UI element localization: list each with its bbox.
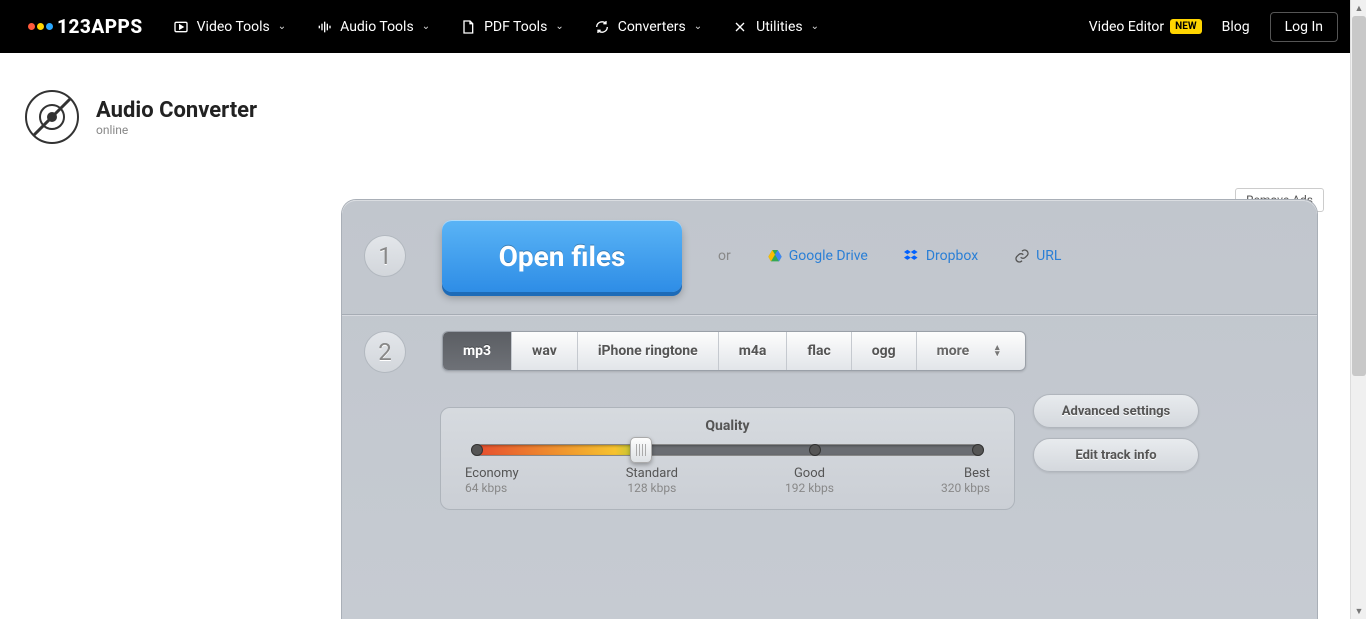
nav-audio-tools[interactable]: Audio Tools⌄ bbox=[316, 19, 430, 35]
page-subtitle: online bbox=[96, 123, 257, 137]
login-button[interactable]: Log In bbox=[1270, 12, 1338, 42]
source-url[interactable]: URL bbox=[1014, 248, 1061, 264]
slider-stop-best[interactable] bbox=[972, 444, 984, 456]
updown-icon: ▴▾ bbox=[989, 343, 1005, 359]
chevron-down-icon: ⌄ bbox=[811, 21, 819, 32]
scroll-thumb[interactable] bbox=[1352, 16, 1366, 376]
nav-video-editor[interactable]: Video Editor NEW bbox=[1089, 19, 1202, 35]
scroll-up-icon[interactable]: ▲ bbox=[1351, 0, 1366, 16]
quality-title: Quality bbox=[465, 418, 990, 434]
converters-icon bbox=[594, 19, 610, 35]
scroll-down-icon[interactable]: ▼ bbox=[1351, 603, 1366, 619]
side-buttons: Advanced settings Edit track info bbox=[1033, 394, 1199, 472]
format-tab-flac[interactable]: flac bbox=[787, 332, 851, 370]
quality-label-good: Good192 kbps bbox=[785, 466, 834, 495]
audio-icon bbox=[316, 19, 332, 35]
slider-stop-good[interactable] bbox=[809, 444, 821, 456]
open-files-button[interactable]: Open files bbox=[442, 220, 682, 292]
vertical-scrollbar[interactable]: ▲ ▼ bbox=[1350, 0, 1366, 619]
format-tab-mp3[interactable]: mp3 bbox=[443, 332, 512, 370]
chevron-down-icon: ⌄ bbox=[694, 21, 702, 32]
slider-handle[interactable] bbox=[630, 437, 652, 463]
new-badge: NEW bbox=[1170, 19, 1201, 34]
quality-panel: Quality Economy64 kbps Standard128 kbps … bbox=[440, 407, 1015, 510]
link-icon bbox=[1014, 248, 1030, 264]
step-2-number: 2 bbox=[364, 331, 406, 373]
step-1: 1 Open files or Google Drive Dropbox URL bbox=[342, 200, 1317, 315]
nav-video-tools[interactable]: Video Tools⌄ bbox=[173, 19, 287, 35]
chevron-down-icon: ⌄ bbox=[555, 21, 563, 32]
chevron-down-icon: ⌄ bbox=[422, 21, 430, 32]
brand-logo[interactable]: 123APPS bbox=[28, 15, 143, 38]
top-nav: 123APPS Video Tools⌄ Audio Tools⌄ PDF To… bbox=[0, 0, 1366, 53]
nav-right: Video Editor NEW Blog Log In bbox=[1089, 12, 1338, 42]
step-1-number: 1 bbox=[364, 235, 406, 277]
video-icon bbox=[173, 19, 189, 35]
app-header: Audio Converter online bbox=[0, 53, 1366, 145]
format-tab-iphone[interactable]: iPhone ringtone bbox=[578, 332, 719, 370]
format-tabs: mp3 wav iPhone ringtone m4a flac ogg mor… bbox=[442, 331, 1026, 371]
format-tab-wav[interactable]: wav bbox=[512, 332, 578, 370]
format-tab-ogg[interactable]: ogg bbox=[852, 332, 917, 370]
nav-pdf-tools[interactable]: PDF Tools⌄ bbox=[460, 19, 564, 35]
logo-dots-icon bbox=[28, 23, 53, 30]
format-tab-more[interactable]: more ▴▾ bbox=[917, 332, 1026, 370]
brand-text: 123APPS bbox=[57, 15, 143, 38]
nav-left: 123APPS Video Tools⌄ Audio Tools⌄ PDF To… bbox=[28, 15, 819, 38]
pdf-icon bbox=[460, 19, 476, 35]
chevron-down-icon: ⌄ bbox=[278, 21, 286, 32]
nav-blog[interactable]: Blog bbox=[1222, 19, 1250, 35]
quality-label-standard: Standard128 kbps bbox=[626, 466, 678, 495]
step-2: 2 mp3 wav iPhone ringtone m4a flac ogg m… bbox=[342, 315, 1317, 389]
quality-slider[interactable] bbox=[471, 444, 984, 456]
nav-converters[interactable]: Converters⌄ bbox=[594, 19, 702, 35]
google-drive-icon bbox=[767, 248, 783, 264]
dropbox-icon bbox=[904, 248, 920, 264]
edit-track-info-button[interactable]: Edit track info bbox=[1033, 438, 1199, 472]
slider-stop-economy[interactable] bbox=[471, 444, 483, 456]
format-tab-m4a[interactable]: m4a bbox=[719, 332, 788, 370]
quality-label-economy: Economy64 kbps bbox=[465, 466, 519, 495]
page-title: Audio Converter bbox=[96, 98, 257, 123]
nav-utilities[interactable]: Utilities⌄ bbox=[732, 19, 819, 35]
quality-labels: Economy64 kbps Standard128 kbps Good192 … bbox=[465, 466, 990, 495]
utilities-icon bbox=[732, 19, 748, 35]
source-google-drive[interactable]: Google Drive bbox=[767, 248, 868, 264]
audio-converter-icon bbox=[24, 89, 80, 145]
source-dropbox[interactable]: Dropbox bbox=[904, 248, 978, 264]
or-text: or bbox=[718, 248, 731, 264]
quality-label-best: Best320 kbps bbox=[941, 466, 990, 495]
advanced-settings-button[interactable]: Advanced settings bbox=[1033, 394, 1199, 428]
